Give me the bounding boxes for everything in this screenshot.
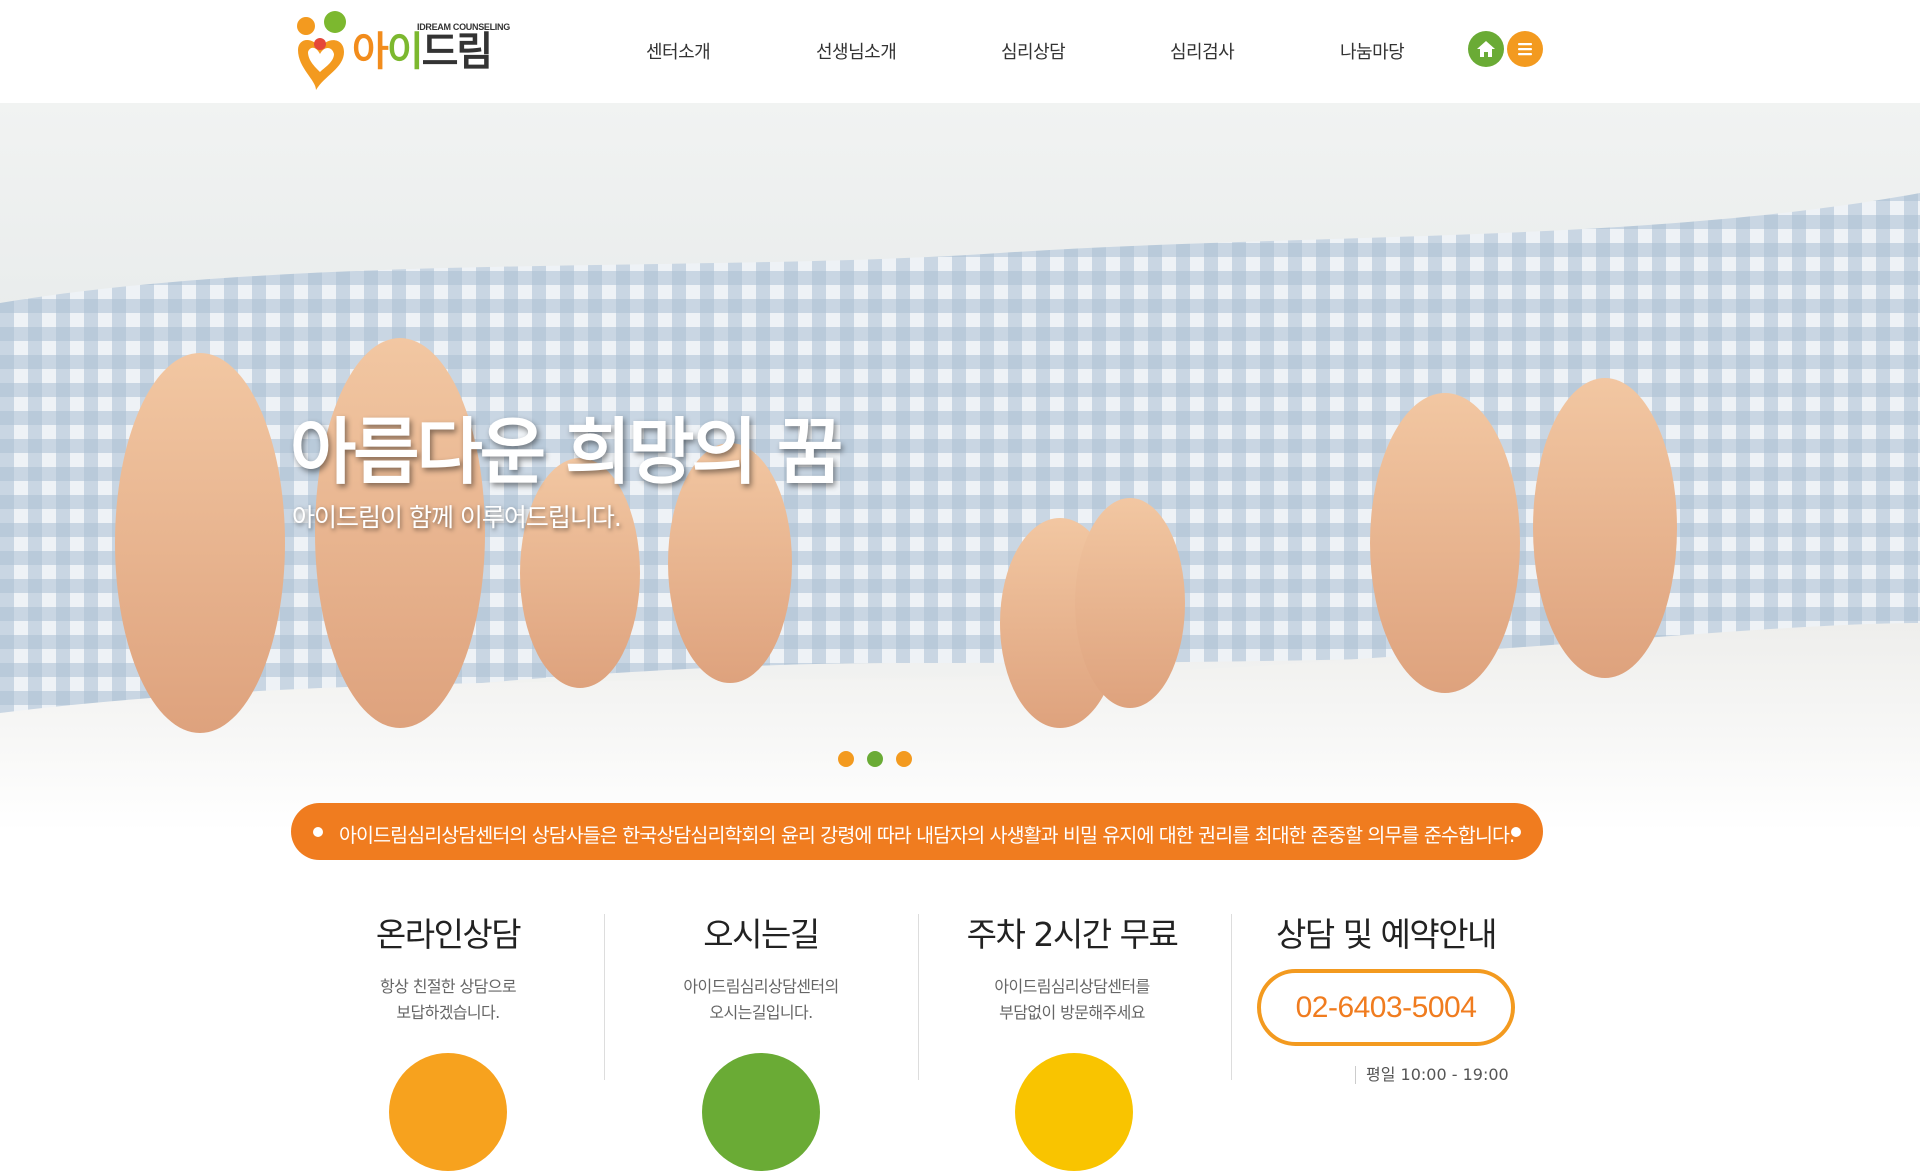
hero-title: 아름다운 희망의 꿈 [290,410,843,494]
directions-title: 오시는길 [703,915,820,954]
nav-item-center-intro[interactable]: 센터소개 [646,38,711,64]
nav-item-teachers[interactable]: 선생님소개 [816,38,897,64]
column-divider [1231,914,1232,1080]
parking-title: 주차 2시간 무료 [966,915,1179,954]
online-counseling-box[interactable]: 온라인상담 항상 친절한 상담으로 보답하겠습니다. [313,895,583,1171]
online-desc-line-2: 보답하겠습니다. [396,1003,500,1022]
parking-circle-button[interactable] [1015,1053,1133,1171]
logo-mark-icon [297,11,346,90]
online-desc-line-1: 항상 친절한 상담으로 [379,977,517,996]
hamburger-menu-icon [1518,43,1532,56]
directions-desc-line-2: 오시는길입니다. [709,1003,813,1022]
parking-box[interactable]: 주차 2시간 무료 아이드림심리상담센터를 부담없이 방문해주세요 [937,895,1207,1171]
logo[interactable]: IDREAM COUNSELING 아이드림 [292,10,510,90]
home-button[interactable] [1468,31,1504,67]
directions-circle-button[interactable] [702,1053,820,1171]
nav-item-testing[interactable]: 심리검사 [1170,38,1235,64]
home-icon [1477,41,1495,57]
online-counseling-desc: 항상 친절한 상담으로 보답하겠습니다. [313,974,583,1026]
logo-brand-text: 아이드림 [352,29,493,75]
parking-desc: 아이드림심리상담센터를 부담없이 방문해주세요 [937,974,1207,1026]
online-counseling-circle-button[interactable] [389,1053,507,1171]
hero-subtitle: 아이드림이 함께 이루어드립니다. [292,503,622,532]
business-hours: 평일 10:00 - 19:00 [1355,1066,1509,1084]
slider-dot-3[interactable] [896,751,912,767]
directions-box[interactable]: 오시는길 아이드림심리상담센터의 오시는길입니다. [626,895,896,1171]
directions-desc-line-1: 아이드림심리상담센터의 [683,977,839,996]
column-divider [918,914,919,1080]
nav-item-counseling[interactable]: 심리상담 [1001,38,1066,64]
reservation-title: 상담 및 예약안내 [1276,915,1498,954]
phone-number-button[interactable]: 02-6403-5004 [1257,969,1515,1046]
hero-slider: 아름다운 희망의 꿈 아이드림이 함께 이루어드립니다. [0,103,1920,831]
nav-item-sharing[interactable]: 나눔마당 [1340,38,1405,64]
site-header: IDREAM COUNSELING 아이드림 센터소개 선생님소개 심리상담 심… [0,0,1920,103]
slider-dot-2[interactable] [867,751,883,767]
slider-dot-1[interactable] [838,751,854,767]
ethics-notice-banner: 아이드림심리상담센터의 상담사들은 한국상담심리학회의 윤리 강령에 따라 내담… [291,803,1543,860]
column-divider [604,914,605,1080]
parking-desc-line-2: 부담없이 방문해주세요 [999,1003,1145,1022]
online-counseling-title: 온라인상담 [375,915,522,954]
parking-desc-line-1: 아이드림심리상담센터를 [994,977,1150,996]
directions-desc: 아이드림심리상담센터의 오시는길입니다. [626,974,896,1026]
menu-button[interactable] [1507,31,1543,67]
bullet-dot-icon [1511,827,1521,837]
notice-text: 아이드림심리상담센터의 상담사들은 한국상담심리학회의 윤리 강령에 따라 내담… [339,824,1515,847]
hero-image [0,193,1920,831]
bullet-dot-icon [313,827,323,837]
